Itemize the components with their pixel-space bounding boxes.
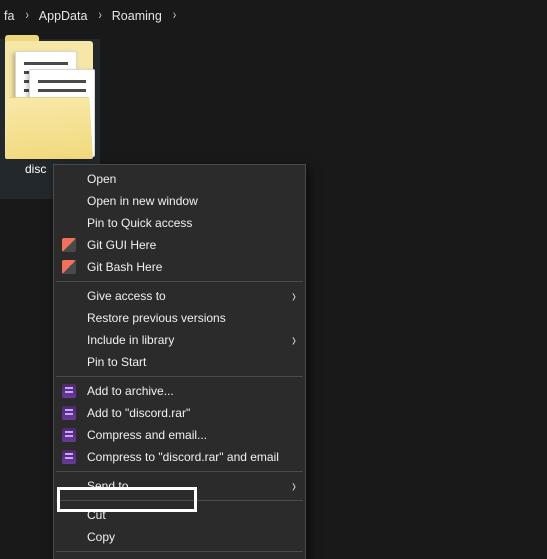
menu-add-to-discord-rar[interactable]: Add to "discord.rar" [55, 402, 304, 424]
menu-create-shortcut[interactable]: Create shortcut [55, 555, 304, 559]
archive-mail-icon [61, 449, 77, 465]
breadcrumb-seg-roaming[interactable]: Roaming [110, 9, 164, 23]
file-pane[interactable]: JSON disc Open Open in new window Pin to… [0, 33, 547, 559]
chevron-right-icon: › [292, 476, 296, 497]
folder-item-discord[interactable]: JSON disc [0, 41, 98, 176]
folder-icon: JSON [5, 41, 93, 159]
chevron-right-icon: › [16, 8, 36, 23]
menu-give-access-to[interactable]: Give access to › [55, 285, 304, 307]
breadcrumb-seg-user[interactable]: fa [2, 9, 16, 23]
menu-git-bash[interactable]: Git Bash Here [55, 256, 304, 278]
chevron-right-icon: › [292, 330, 296, 351]
menu-cut[interactable]: Cut [55, 504, 304, 526]
chevron-right-icon: › [164, 8, 184, 23]
menu-open[interactable]: Open [55, 168, 304, 190]
menu-open-new-window[interactable]: Open in new window [55, 190, 304, 212]
menu-separator [56, 500, 303, 501]
context-menu: Open Open in new window Pin to Quick acc… [53, 164, 306, 559]
menu-compress-to-discord-and-email[interactable]: Compress to "discord.rar" and email [55, 446, 304, 468]
menu-include-in-library[interactable]: Include in library › [55, 329, 304, 351]
menu-separator [56, 551, 303, 552]
menu-separator [56, 471, 303, 472]
git-icon [61, 237, 77, 253]
menu-compress-and-email[interactable]: Compress and email... [55, 424, 304, 446]
menu-copy[interactable]: Copy [55, 526, 304, 548]
archive-icon [61, 405, 77, 421]
archive-icon [61, 383, 77, 399]
menu-send-to[interactable]: Send to › [55, 475, 304, 497]
git-icon [61, 259, 77, 275]
menu-pin-quick-access[interactable]: Pin to Quick access [55, 212, 304, 234]
menu-add-to-archive[interactable]: Add to archive... [55, 380, 304, 402]
chevron-right-icon: › [292, 286, 296, 307]
menu-separator [56, 376, 303, 377]
address-bar[interactable]: fa › AppData › Roaming › [0, 0, 547, 32]
menu-git-gui[interactable]: Git GUI Here [55, 234, 304, 256]
chevron-right-icon: › [89, 8, 109, 23]
breadcrumb-seg-appdata[interactable]: AppData [37, 9, 90, 23]
menu-separator [56, 281, 303, 282]
menu-pin-to-start[interactable]: Pin to Start [55, 351, 304, 373]
menu-restore-previous[interactable]: Restore previous versions [55, 307, 304, 329]
archive-mail-icon [61, 427, 77, 443]
